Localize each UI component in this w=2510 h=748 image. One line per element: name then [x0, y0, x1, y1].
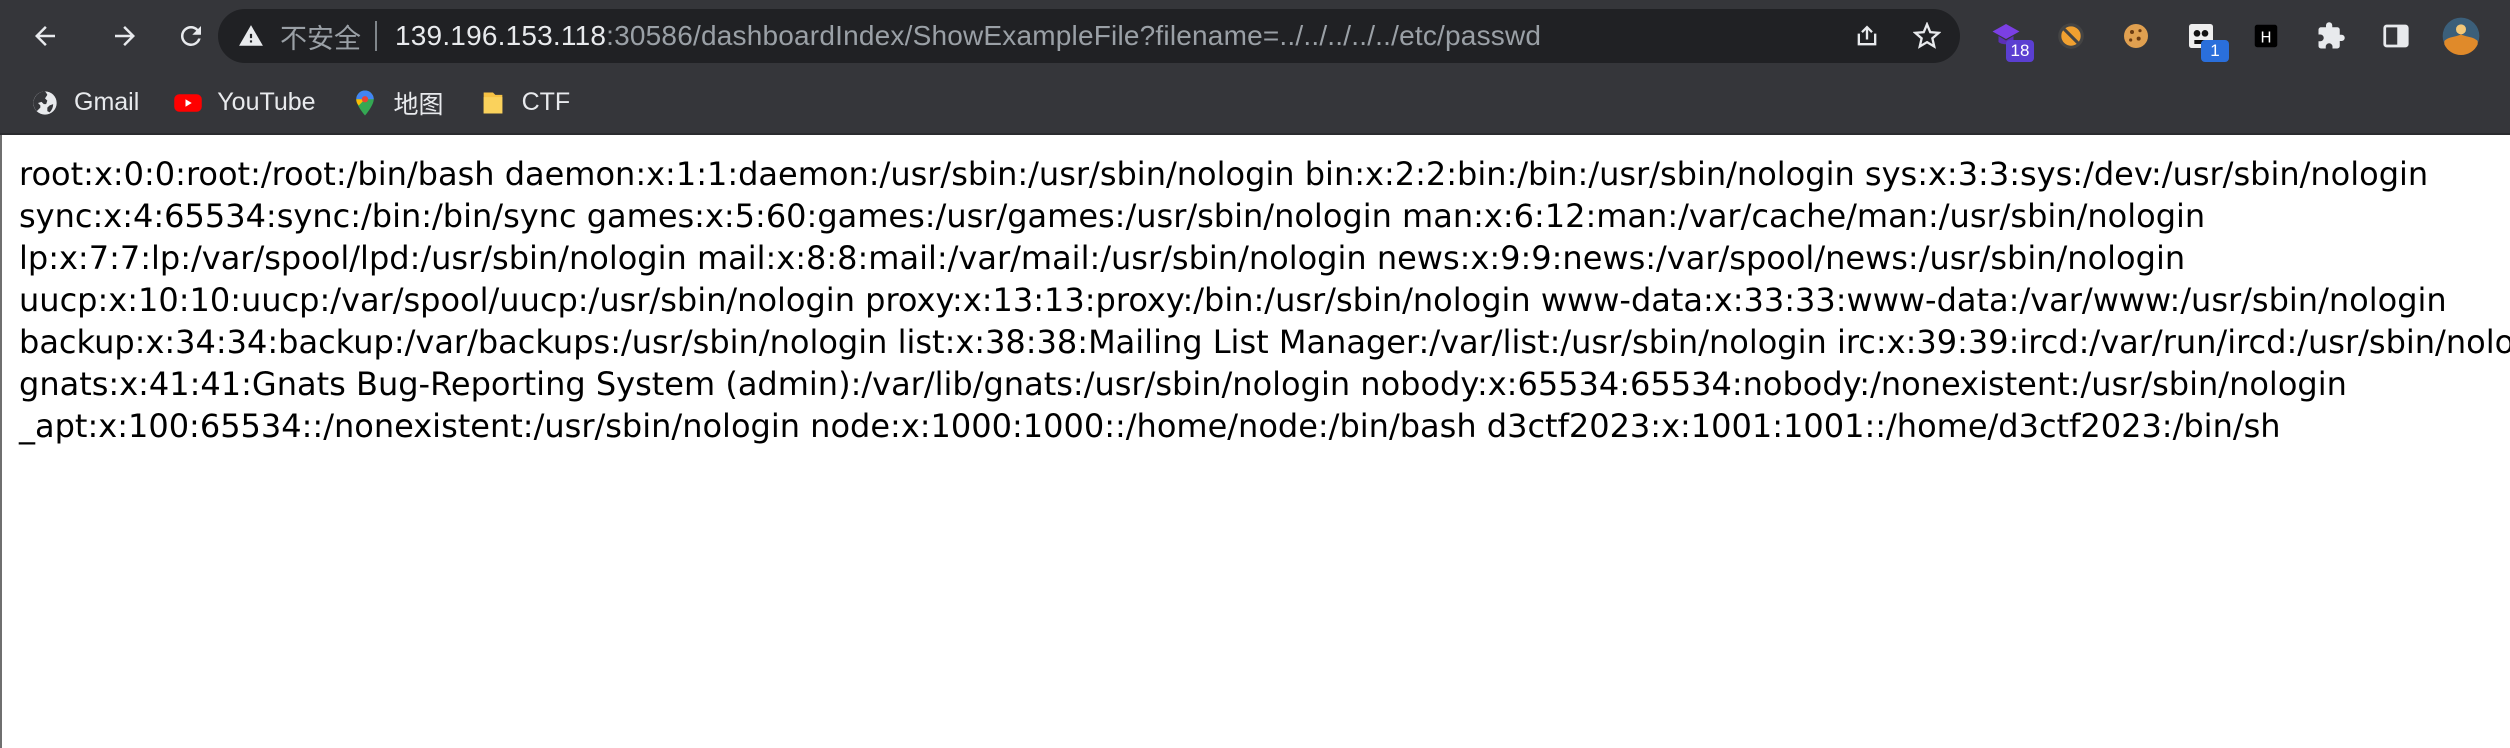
folder-icon: [478, 88, 508, 118]
file-line: sync:x:4:65534:sync:/bin:/bin/sync games…: [19, 197, 2206, 235]
file-line: root:x:0:0:root:/root:/bin/bash daemon:x…: [19, 155, 2429, 193]
address-bar[interactable]: 不安全 139.196.153.118:30586/dashboardIndex…: [218, 9, 1960, 63]
side-panel-icon[interactable]: [2370, 10, 2422, 62]
youtube-icon: [173, 88, 203, 118]
globe-icon: [30, 88, 60, 118]
file-line: gnats:x:41:41:Gnats Bug-Reporting System…: [19, 365, 2347, 403]
url-path: :30586/dashboardIndex/ShowExampleFile?fi…: [606, 20, 1542, 51]
file-line: _apt:x:100:65534::/nonexistent:/usr/sbin…: [19, 407, 2281, 445]
browser-toolbar: 不安全 139.196.153.118:30586/dashboardIndex…: [0, 0, 2510, 72]
file-line: lp:x:7:7:lp:/var/spool/lpd:/usr/sbin/nol…: [19, 239, 2186, 277]
page-content: root:x:0:0:root:/root:/bin/bash daemon:x…: [0, 135, 2510, 748]
bookmark-maps[interactable]: 地图: [336, 81, 458, 125]
bookmarks-bar: Gmail YouTube 地图 CTF: [0, 72, 2510, 135]
divider: [375, 21, 377, 51]
share-icon[interactable]: [1852, 21, 1882, 51]
maps-pin-icon: [350, 88, 380, 118]
url-text[interactable]: 139.196.153.118:30586/dashboardIndex/Sho…: [395, 20, 1541, 52]
file-line: backup:x:34:34:backup:/var/backups:/usr/…: [19, 323, 2510, 361]
file-line: uucp:x:10:10:uucp:/var/spool/uucp:/usr/s…: [19, 281, 2447, 319]
back-button[interactable]: [16, 7, 74, 65]
url-host: 139.196.153.118: [395, 20, 607, 51]
purple-extension-icon[interactable]: 18: [1980, 10, 2034, 62]
bookmark-label: YouTube: [217, 88, 316, 116]
forward-button[interactable]: [96, 7, 154, 65]
extension-badge: 1: [2201, 40, 2229, 62]
arrow-left-icon: [35, 26, 55, 46]
bookmark-label: 地图: [393, 90, 444, 119]
extensions-area: 18 1 H: [1980, 10, 2500, 62]
disabled-extension-icon[interactable]: [2045, 10, 2097, 62]
cookie-icon[interactable]: [2110, 10, 2162, 62]
bookmark-label: Gmail: [74, 88, 140, 116]
h-extension-icon[interactable]: H: [2240, 10, 2292, 62]
profile-avatar-icon[interactable]: [2435, 10, 2487, 62]
reload-icon: [180, 25, 201, 46]
passwd-file-text: root:x:0:0:root:/root:/bin/bash daemon:x…: [19, 153, 2510, 447]
reload-button[interactable]: [162, 7, 220, 65]
svg-text:H: H: [2260, 28, 2271, 46]
extension-badge: 18: [2006, 40, 2034, 62]
bookmark-gmail[interactable]: Gmail: [16, 81, 153, 125]
arrow-right-icon: [115, 26, 135, 46]
not-secure-label[interactable]: 不安全: [280, 17, 361, 56]
bookmark-star-icon[interactable]: [1912, 21, 1942, 51]
bookmark-label: CTF: [521, 88, 571, 116]
bookmark-folder-ctf[interactable]: CTF: [464, 81, 585, 125]
puzzle-icon[interactable]: [2305, 10, 2357, 62]
panda-extension-icon[interactable]: 1: [2175, 10, 2229, 62]
bookmark-youtube[interactable]: YouTube: [159, 81, 329, 125]
warning-triangle-icon: [238, 22, 266, 50]
